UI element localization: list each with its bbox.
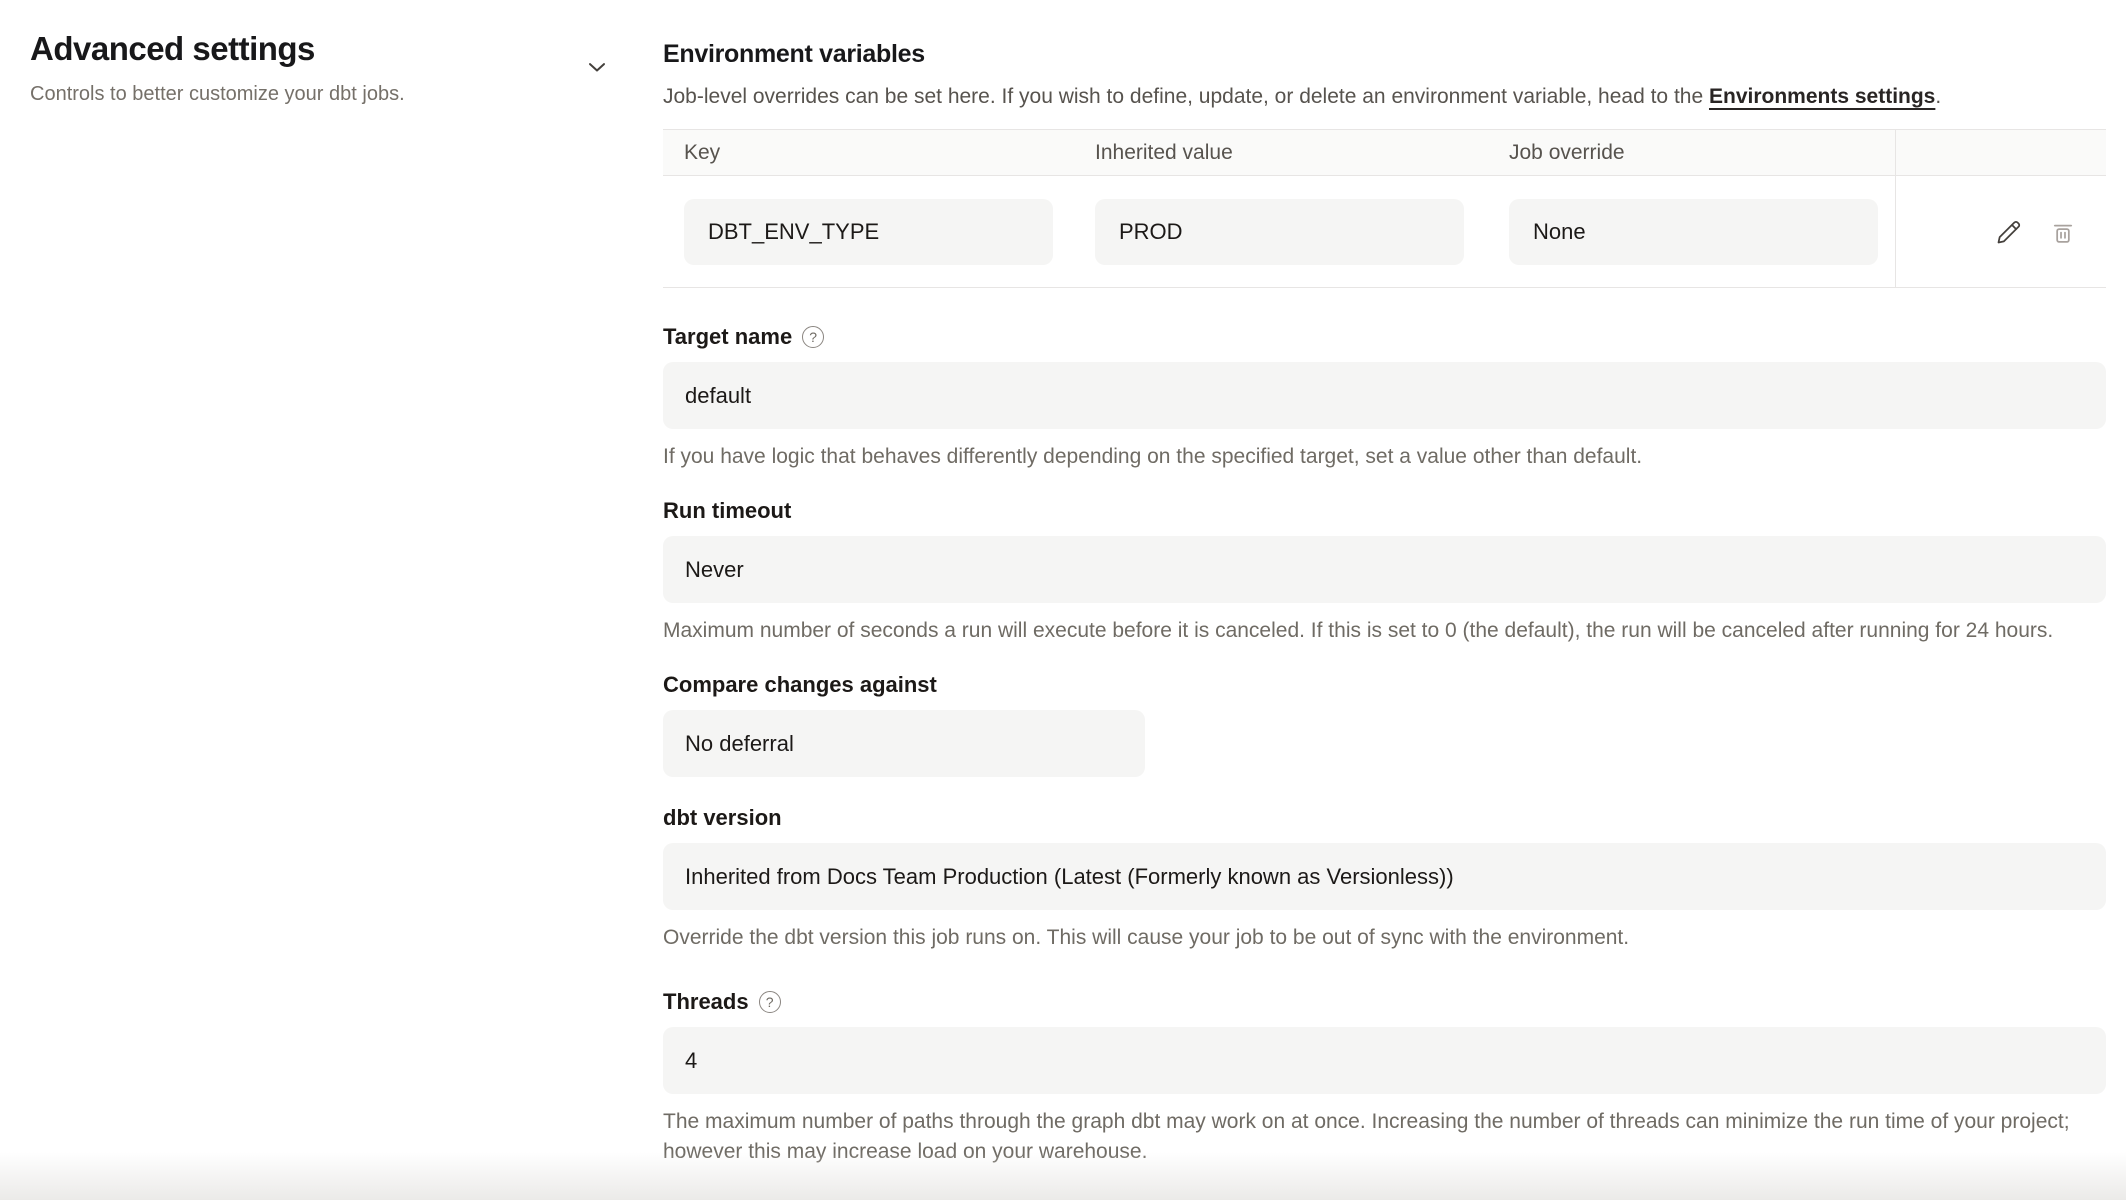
edit-env-var-button[interactable] [1994,217,2024,247]
advanced-settings-form: Environment variables Job-level override… [663,40,2106,1167]
chevron-down-icon [583,53,611,81]
threads-help-text: The maximum number of paths through the … [663,1107,2106,1167]
env-var-row: DBT_ENV_TYPE PROD None [663,176,2106,288]
pencil-icon [1995,218,2023,246]
target-name-help-text: If you have logic that behaves different… [663,442,2106,472]
env-vars-title: Environment variables [663,40,2106,69]
env-var-key-input[interactable]: DBT_ENV_TYPE [684,199,1053,265]
env-vars-description: Job-level overrides can be set here. If … [663,82,2106,112]
env-vars-description-text: Job-level overrides can be set here. If … [663,85,1709,108]
environments-settings-link[interactable]: Environments settings [1709,85,1935,108]
run-timeout-label: Run timeout [663,498,791,524]
column-header-job-override: Job override [1488,130,1895,175]
compare-changes-label-row: Compare changes against [663,672,2106,698]
env-var-job-override-input[interactable]: None [1509,199,1878,265]
trash-icon [2049,218,2077,246]
help-icon[interactable]: ? [759,991,781,1013]
advanced-settings-panel: Advanced settings Controls to better cus… [30,30,570,106]
page-subtitle: Controls to better customize your dbt jo… [30,83,570,106]
run-timeout-label-row: Run timeout [663,498,2106,524]
help-icon[interactable]: ? [802,326,824,348]
env-vars-table-header: Key Inherited value Job override [663,130,2106,176]
compare-changes-dropdown[interactable]: No deferral [663,710,1145,777]
run-timeout-input[interactable]: Never [663,536,2106,603]
target-name-input[interactable]: default [663,362,2106,429]
run-timeout-help-text: Maximum number of seconds a run will exe… [663,616,2106,646]
env-vars-description-period: . [1935,85,1941,108]
column-header-actions [1895,130,2106,175]
target-name-label: Target name [663,324,792,350]
section-collapse-button[interactable] [580,50,614,84]
threads-label-row: Threads ? [663,989,2106,1015]
env-vars-table: Key Inherited value Job override DBT_ENV… [663,129,2106,288]
threads-input[interactable]: 4 [663,1027,2106,1094]
dbt-version-label: dbt version [663,805,782,831]
page-title: Advanced settings [30,30,570,68]
delete-env-var-button[interactable] [2048,217,2078,247]
dbt-version-dropdown[interactable]: Inherited from Docs Team Production (Lat… [663,843,2106,910]
column-header-inherited-value: Inherited value [1074,130,1488,175]
compare-changes-label: Compare changes against [663,672,937,698]
dbt-version-label-row: dbt version [663,805,2106,831]
dbt-version-help-text: Override the dbt version this job runs o… [663,923,2106,953]
target-name-label-row: Target name ? [663,324,2106,350]
env-var-inherited-value-input[interactable]: PROD [1095,199,1464,265]
column-header-key: Key [663,130,1074,175]
threads-label: Threads [663,989,749,1015]
